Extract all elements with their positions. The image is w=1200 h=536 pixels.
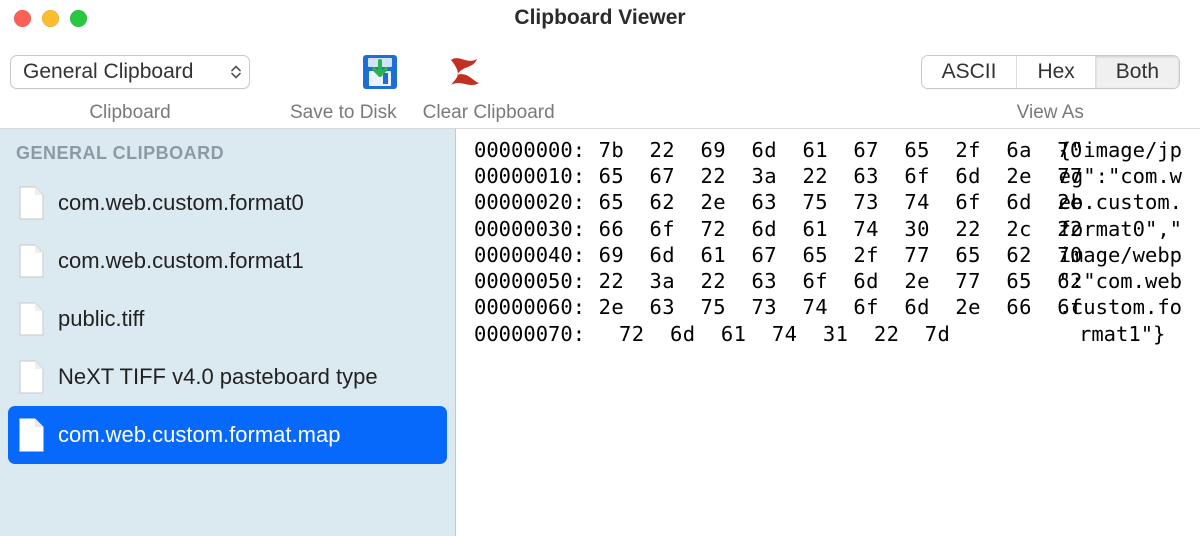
document-icon xyxy=(18,186,44,220)
viewas-group-label: View As xyxy=(1017,102,1084,128)
window-title: Clipboard Viewer xyxy=(0,6,1200,30)
hex-bytes: 7b 22 69 6d 61 67 65 2f 6a 70 xyxy=(599,137,1059,163)
hex-ascii: ":"com.web xyxy=(1059,268,1182,294)
sidebar-item[interactable]: com.web.custom.format1 xyxy=(0,232,455,290)
viewas-group: ASCII Hex Both View As xyxy=(921,42,1180,128)
sidebar-item-label: com.web.custom.format1 xyxy=(58,248,304,274)
hex-ascii: eg":"com.w xyxy=(1059,163,1182,189)
clipboard-select-value: General Clipboard xyxy=(23,60,193,84)
hex-view: 00000000:7b 22 69 6d 61 67 65 2f 6a 70{"… xyxy=(456,129,1200,536)
view-mode-segment: ASCII Hex Both xyxy=(921,55,1180,89)
clipboard-group-label: Clipboard xyxy=(89,102,170,128)
sidebar-item-label: com.web.custom.format.map xyxy=(58,422,340,448)
sidebar-header: GENERAL CLIPBOARD xyxy=(0,137,455,174)
hex-row: 00000050:22 3a 22 63 6f 6d 2e 77 65 62":… xyxy=(474,268,1182,294)
sidebar-item[interactable]: NeXT TIFF v4.0 pasteboard type xyxy=(0,348,455,406)
hex-row: 00000020:65 62 2e 63 75 73 74 6f 6d 2eeb… xyxy=(474,189,1182,215)
toolbar: General Clipboard Clipboard xyxy=(0,36,1200,128)
hex-row: 00000040:69 6d 61 67 65 2f 77 65 62 70im… xyxy=(474,242,1182,268)
hex-bytes: 65 67 22 3a 22 63 6f 6d 2e 77 xyxy=(599,163,1059,189)
hex-ascii: rmat1"} xyxy=(1079,321,1182,347)
hex-bytes: 2e 63 75 73 74 6f 6d 2e 66 6f xyxy=(599,294,1059,320)
sidebar-item-label: com.web.custom.format0 xyxy=(58,190,304,216)
clear-clipboard-button[interactable] xyxy=(437,51,491,93)
sidebar-item[interactable]: public.tiff xyxy=(0,290,455,348)
segment-ascii[interactable]: ASCII xyxy=(922,56,1017,88)
hex-bytes: 69 6d 61 67 65 2f 77 65 62 70 xyxy=(599,242,1059,268)
hex-offset: 00000050: xyxy=(474,268,599,294)
segment-hex[interactable]: Hex xyxy=(1016,56,1094,88)
close-window-button[interactable] xyxy=(14,10,31,27)
clipboard-group: General Clipboard Clipboard xyxy=(10,42,250,128)
hex-bytes: 65 62 2e 63 75 73 74 6f 6d 2e xyxy=(599,189,1059,215)
sidebar-item[interactable]: com.web.custom.format0 xyxy=(0,174,455,232)
clipboard-select[interactable]: General Clipboard xyxy=(10,55,250,89)
hex-ascii: {"image/jp xyxy=(1059,137,1182,163)
minimize-window-button[interactable] xyxy=(42,10,59,27)
content: GENERAL CLIPBOARD com.web.custom.format0… xyxy=(0,128,1200,536)
hex-row: 00000010:65 67 22 3a 22 63 6f 6d 2e 77eg… xyxy=(474,163,1182,189)
clear-clipboard-label: Clear Clipboard xyxy=(423,102,555,124)
segment-both[interactable]: Both xyxy=(1095,56,1179,88)
document-icon xyxy=(18,418,44,452)
hex-bytes: 22 3a 22 63 6f 6d 2e 77 65 62 xyxy=(599,268,1059,294)
hex-ascii: eb.custom. xyxy=(1059,189,1182,215)
hex-ascii: format0"," xyxy=(1059,216,1182,242)
action-group: Save to Disk Clear Clipboard xyxy=(290,42,555,128)
sidebar-item-label: NeXT TIFF v4.0 pasteboard type xyxy=(58,364,378,390)
chevron-up-down-icon xyxy=(231,66,241,79)
hex-bytes: 72 6d 61 74 31 22 7d xyxy=(619,321,1079,347)
hex-row: 00000070:72 6d 61 74 31 22 7drmat1"} xyxy=(474,321,1182,347)
zoom-window-button[interactable] xyxy=(70,10,87,27)
sidebar-item-label: public.tiff xyxy=(58,306,144,332)
hex-ascii: .custom.fo xyxy=(1059,294,1182,320)
hex-row: 00000060:2e 63 75 73 74 6f 6d 2e 66 6f.c… xyxy=(474,294,1182,320)
hex-offset: 00000040: xyxy=(474,242,599,268)
hex-row: 00000000:7b 22 69 6d 61 67 65 2f 6a 70{"… xyxy=(474,137,1182,163)
hex-offset: 00000060: xyxy=(474,294,599,320)
titlebar: Clipboard Viewer xyxy=(0,0,1200,36)
hex-offset: 00000000: xyxy=(474,137,599,163)
hex-row: 00000030:66 6f 72 6d 61 74 30 22 2c 22fo… xyxy=(474,216,1182,242)
hex-bytes: 66 6f 72 6d 61 74 30 22 2c 22 xyxy=(599,216,1059,242)
hex-offset: 00000030: xyxy=(474,216,599,242)
save-to-disk-button[interactable] xyxy=(353,51,407,93)
sidebar-item[interactable]: com.web.custom.format.map xyxy=(8,406,447,464)
sidebar: GENERAL CLIPBOARD com.web.custom.format0… xyxy=(0,129,456,536)
save-to-disk-label: Save to Disk xyxy=(290,102,397,124)
hex-offset: 00000020: xyxy=(474,189,599,215)
document-icon xyxy=(18,244,44,278)
hex-offset: 00000010: xyxy=(474,163,599,189)
traffic-lights xyxy=(0,10,87,27)
hex-ascii: image/webp xyxy=(1059,242,1182,268)
floppy-disk-icon xyxy=(359,51,401,93)
document-icon xyxy=(18,302,44,336)
hex-offset: 00000070: xyxy=(474,321,619,347)
document-icon xyxy=(18,360,44,394)
x-icon xyxy=(443,51,485,93)
